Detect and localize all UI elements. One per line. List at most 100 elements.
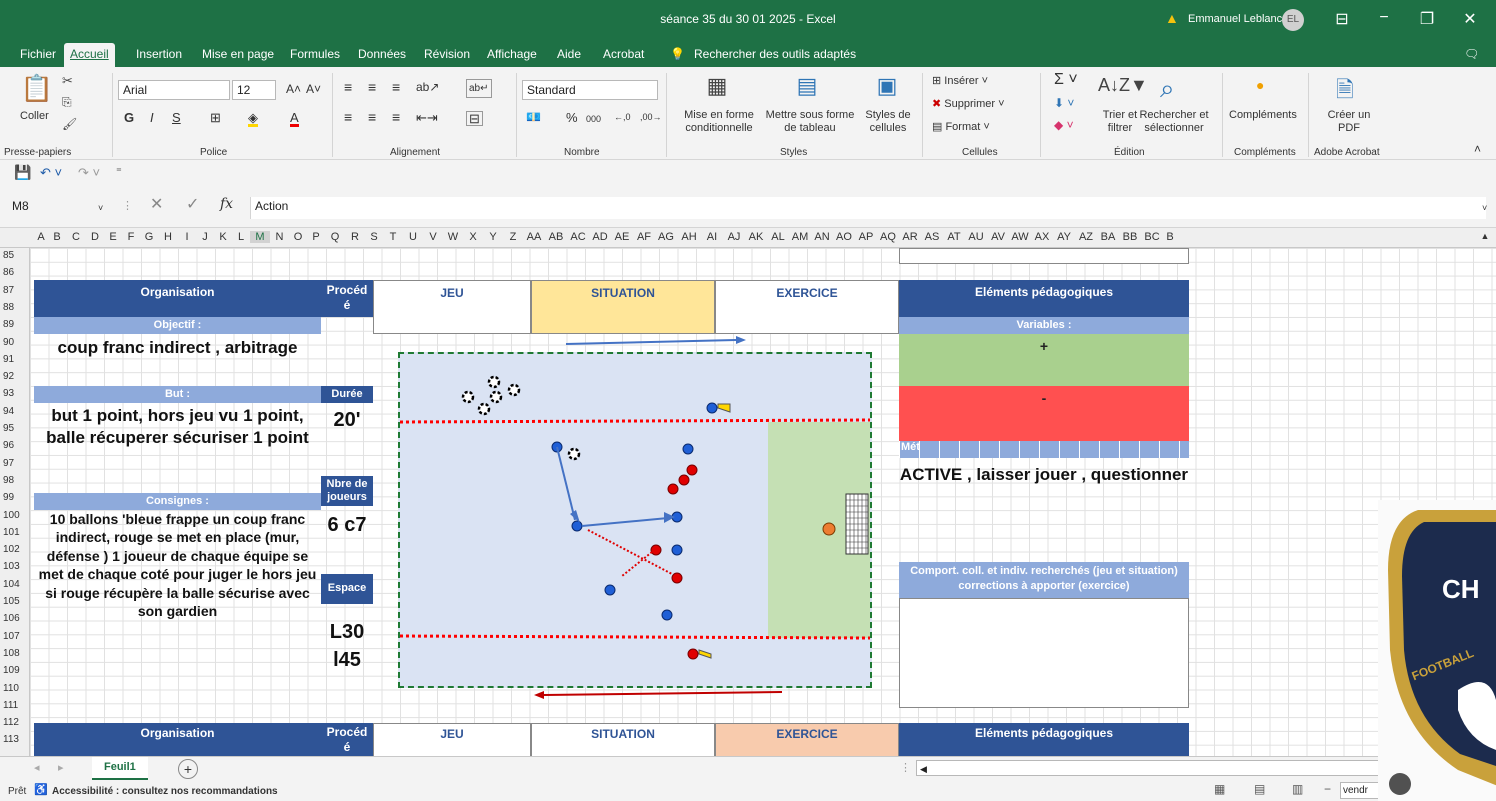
organisation-header-2[interactable]: Organisation <box>34 723 321 756</box>
zoom-out-icon[interactable]: − <box>1324 783 1331 796</box>
font-color-icon[interactable]: A <box>290 111 299 127</box>
tab-donnees[interactable]: Données <box>358 47 406 61</box>
row-header[interactable]: 102 <box>0 544 28 555</box>
column-header[interactable]: AQ <box>877 231 899 243</box>
top-cell[interactable] <box>899 248 1189 264</box>
consignes-text[interactable]: 10 ballons 'bleue frappe un coup franc i… <box>34 510 321 630</box>
column-header[interactable]: R <box>345 231 365 243</box>
decrease-decimal-icon[interactable]: ,00→ <box>640 111 662 124</box>
conditional-format-icon[interactable]: ▦ <box>702 73 732 103</box>
row-header[interactable]: 99 <box>0 492 28 503</box>
tab-split-handle[interactable]: ⋮ <box>900 762 911 775</box>
column-header[interactable]: AY <box>1053 231 1075 243</box>
espace-label[interactable]: Espace <box>321 574 373 604</box>
bold-button[interactable]: G <box>124 111 134 124</box>
addins-button[interactable]: Compléments <box>1229 109 1297 122</box>
align-top-icon[interactable]: ≡ <box>344 80 352 94</box>
row-header[interactable]: 112 <box>0 717 28 728</box>
column-header[interactable]: AB <box>545 231 567 243</box>
tab-acrobat[interactable]: Acrobat <box>603 47 644 61</box>
objectif-text[interactable]: coup franc indirect , arbitrage <box>34 334 321 386</box>
row-header[interactable]: 97 <box>0 458 28 469</box>
column-header[interactable]: U <box>403 231 423 243</box>
warning-icon[interactable]: ▲ <box>1165 10 1179 26</box>
font-name-select[interactable]: Arial <box>118 80 230 100</box>
column-header[interactable]: BA <box>1097 231 1119 243</box>
row-header[interactable]: 111 <box>0 700 28 711</box>
undo-icon[interactable]: ↶ ˅ <box>40 166 62 179</box>
currency-icon[interactable]: 💶 <box>526 111 541 124</box>
column-header[interactable]: AG <box>655 231 677 243</box>
copy-icon[interactable]: ⎘ <box>62 95 72 110</box>
column-header[interactable]: AF <box>633 231 655 243</box>
column-header[interactable]: A <box>34 231 48 243</box>
column-header[interactable]: Y <box>483 231 503 243</box>
row-header[interactable]: 106 <box>0 613 28 624</box>
consignes-label[interactable]: Consignes : <box>34 493 321 510</box>
user-name[interactable]: Emmanuel Leblanc <box>1188 13 1282 25</box>
align-left-icon[interactable]: ≡ <box>344 110 352 124</box>
column-header[interactable]: AA <box>523 231 545 243</box>
column-header[interactable]: J <box>196 231 214 243</box>
elements-header-2[interactable]: Eléments pédagogiques <box>899 723 1189 756</box>
row-header[interactable]: 90 <box>0 337 28 348</box>
tab-aide[interactable]: Aide <box>557 47 581 61</box>
save-icon[interactable]: 💾 <box>14 165 31 179</box>
create-pdf-button[interactable]: Créer un PDF <box>1326 109 1372 135</box>
column-header[interactable]: AI <box>701 231 723 243</box>
elements-header[interactable]: Eléments pédagogiques <box>899 280 1189 317</box>
organisation-header[interactable]: Organisation <box>34 280 321 317</box>
cut-icon[interactable]: ✂ <box>62 73 73 89</box>
column-header[interactable]: O <box>289 231 307 243</box>
font-size-select[interactable]: 12 <box>232 80 276 100</box>
pitch-diagram[interactable] <box>398 352 872 688</box>
row-header[interactable]: 113 <box>0 734 28 745</box>
procede-header[interactable]: Procéd é <box>321 280 373 317</box>
format-painter-icon[interactable]: 🖌 <box>62 117 77 131</box>
duree-value[interactable]: 20' <box>321 403 373 443</box>
underline-button[interactable]: S <box>172 111 181 124</box>
jeu-header[interactable]: JEU <box>373 280 531 334</box>
column-header[interactable]: D <box>86 231 104 243</box>
column-header[interactable]: AK <box>745 231 767 243</box>
column-header[interactable]: T <box>383 231 403 243</box>
row-header[interactable]: 103 <box>0 561 28 572</box>
row-header[interactable]: 107 <box>0 631 28 642</box>
row-header[interactable]: 96 <box>0 440 28 451</box>
variables-label[interactable]: Variables : <box>899 317 1189 334</box>
row-header[interactable]: 88 <box>0 302 28 313</box>
row-header[interactable]: 100 <box>0 510 28 521</box>
page-break-icon[interactable]: ▥ <box>1292 783 1303 796</box>
conditional-format-button[interactable]: Mise en forme conditionnelle <box>674 109 764 135</box>
collapse-ribbon-icon[interactable]: ˄ <box>1474 143 1481 156</box>
situation-header-2[interactable]: SITUATION <box>531 723 715 756</box>
column-header[interactable]: K <box>214 231 232 243</box>
search-tools[interactable]: Rechercher des outils adaptés <box>694 47 856 61</box>
minimize-icon[interactable]: − <box>1372 9 1396 27</box>
sheet-tab-feuil1[interactable]: Feuil1 <box>92 757 148 780</box>
paste-icon[interactable]: 📋 <box>20 73 54 107</box>
increase-decimal-icon[interactable]: ←,0 <box>614 111 631 124</box>
column-header[interactable]: AW <box>1009 231 1031 243</box>
align-center-icon[interactable]: ≡ <box>368 110 376 124</box>
name-box-chevron-icon[interactable]: ˅ <box>98 202 103 215</box>
orientation-icon[interactable]: ab↗ <box>416 81 439 94</box>
tab-mise-en-page[interactable]: Mise en page <box>202 47 274 61</box>
duree-label[interactable]: Durée <box>321 386 373 403</box>
exercice-header[interactable]: EXERCICE <box>715 280 899 334</box>
column-header[interactable]: AP <box>855 231 877 243</box>
row-header[interactable]: 92 <box>0 371 28 382</box>
joueurs-value[interactable]: 6 c7 <box>321 506 373 546</box>
customize-qat-icon[interactable]: ⁼ <box>116 166 122 179</box>
column-header[interactable]: Z <box>503 231 523 243</box>
redo-icon[interactable]: ↷ ˅ <box>78 166 100 179</box>
column-header[interactable]: BB <box>1119 231 1141 243</box>
row-header[interactable]: 101 <box>0 527 28 538</box>
lens-icon[interactable] <box>1389 773 1411 795</box>
plus-cell[interactable]: + <box>899 334 1189 386</box>
column-header[interactable]: G <box>140 231 158 243</box>
row-header[interactable]: 105 <box>0 596 28 607</box>
column-header[interactable]: L <box>232 231 250 243</box>
restore-icon[interactable]: ❐ <box>1415 9 1439 29</box>
column-header[interactable]: P <box>307 231 325 243</box>
